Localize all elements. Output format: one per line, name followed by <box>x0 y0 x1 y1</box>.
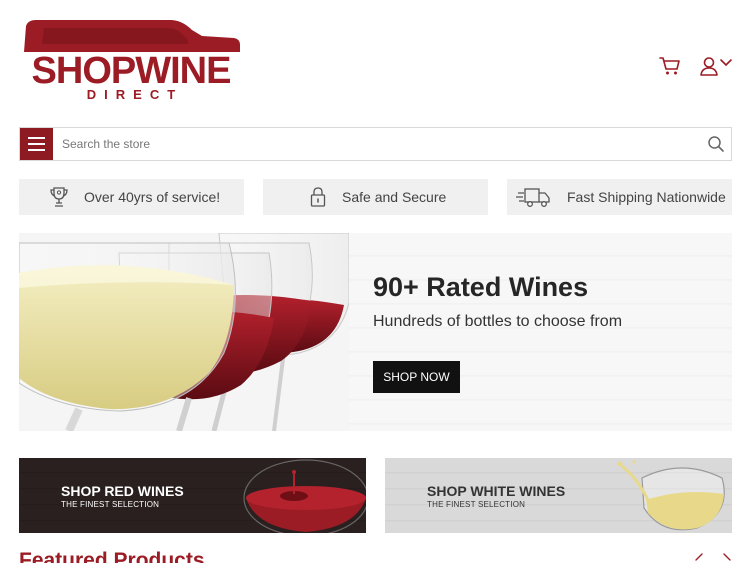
trophy-icon <box>47 185 71 209</box>
chevron-right-icon[interactable] <box>720 552 734 563</box>
shop-now-button[interactable]: SHOP NOW <box>373 361 460 393</box>
site-header: SHOPWINE DIRECT <box>0 0 750 120</box>
feature-secure: Safe and Secure <box>263 179 488 215</box>
feature-label: Fast Shipping Nationwide <box>567 189 726 205</box>
user-icon[interactable] <box>697 54 721 78</box>
chevron-down-icon[interactable] <box>719 56 733 70</box>
featured-products-heading: Featured Products <box>19 549 205 563</box>
search-bar <box>19 127 732 161</box>
banner-subtitle: THE FINEST SELECTION <box>61 500 160 509</box>
feature-label: Over 40yrs of service! <box>84 189 221 205</box>
shopwine-logo[interactable]: SHOPWINE DIRECT <box>20 18 242 104</box>
shop-red-wines-banner[interactable]: SHOP RED WINES THE FINEST SELECTION <box>19 458 366 533</box>
banner-subtitle: THE FINEST SELECTION <box>427 500 526 509</box>
red-wine-glass-image <box>243 459 366 533</box>
banner-title: SHOP RED WINES <box>61 483 184 499</box>
feature-shipping: Fast Shipping Nationwide <box>507 179 732 215</box>
search-input[interactable] <box>62 128 682 160</box>
shop-white-wines-banner[interactable]: SHOP WHITE WINES THE FINEST SELECTION <box>385 458 732 533</box>
hero-banner[interactable]: 90+ Rated Wines Hundreds of bottles to c… <box>19 233 732 431</box>
chevron-left-icon[interactable] <box>692 552 706 563</box>
logo-wordmark: SHOPWINE <box>31 50 232 92</box>
hero-subtitle: Hundreds of bottles to choose from <box>373 313 623 330</box>
truck-icon <box>516 185 552 209</box>
cart-icon[interactable] <box>658 54 682 78</box>
feature-label: Safe and Secure <box>342 189 447 205</box>
feature-strip: Over 40yrs of service! Safe and Secure F… <box>19 179 732 215</box>
wine-glasses-image <box>19 233 349 431</box>
banner-title: SHOP WHITE WINES <box>427 483 566 499</box>
hero-title: 90+ Rated Wines <box>373 272 589 302</box>
white-wine-glass-image <box>617 460 725 531</box>
logo-subtitle: DIRECT <box>86 87 184 102</box>
menu-icon[interactable] <box>20 128 53 160</box>
lock-icon <box>306 185 330 209</box>
search-icon[interactable] <box>707 135 725 153</box>
feature-service: Over 40yrs of service! <box>19 179 244 215</box>
